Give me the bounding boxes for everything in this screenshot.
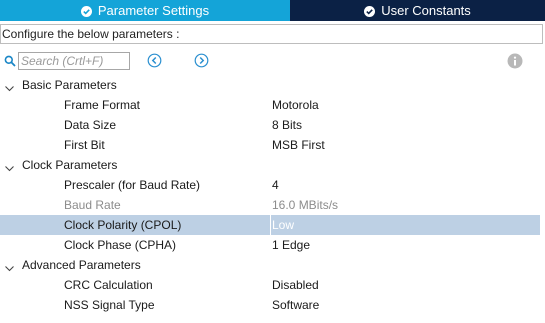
- tab-label: Parameter Settings: [97, 3, 210, 18]
- chevron-down-icon[interactable]: [4, 80, 15, 92]
- param-value[interactable]: Low: [272, 215, 294, 235]
- param-label: Baud Rate: [64, 198, 121, 212]
- chevron-down-icon[interactable]: [4, 160, 15, 172]
- configure-label: Configure the below parameters :: [0, 24, 543, 44]
- param-value[interactable]: Disabled: [272, 275, 319, 295]
- param-row-data-size[interactable]: Data Size 8 Bits: [0, 115, 540, 135]
- param-value[interactable]: 8 Bits: [272, 115, 302, 135]
- chevron-left-circle-icon: [147, 53, 162, 68]
- param-row-nss-signal-type[interactable]: NSS Signal Type Software: [0, 295, 540, 315]
- param-label: NSS Signal Type: [64, 298, 155, 312]
- tab-label: User Constants: [381, 3, 471, 18]
- search-icon: [4, 55, 16, 67]
- group-basic-parameters[interactable]: Basic Parameters: [0, 75, 540, 95]
- tab-bar: Parameter Settings User Constants: [0, 0, 545, 21]
- chevron-down-icon[interactable]: [4, 260, 15, 272]
- param-row-crc-calculation[interactable]: CRC Calculation Disabled: [0, 275, 540, 295]
- param-value[interactable]: Software: [272, 295, 319, 315]
- chevron-right-circle-icon: [194, 53, 209, 68]
- group-label: Advanced Parameters: [22, 258, 141, 272]
- group-label: Clock Parameters: [22, 158, 118, 172]
- param-row-first-bit[interactable]: First Bit MSB First: [0, 135, 540, 155]
- column-divider: [270, 215, 271, 235]
- info-icon[interactable]: [507, 53, 523, 69]
- tab-parameter-settings[interactable]: Parameter Settings: [0, 0, 290, 21]
- param-value[interactable]: Motorola: [272, 95, 319, 115]
- param-label: First Bit: [64, 138, 105, 152]
- param-row-clock-phase[interactable]: Clock Phase (CPHA) 1 Edge: [0, 235, 540, 255]
- previous-result-button[interactable]: [147, 53, 162, 68]
- param-row-prescaler[interactable]: Prescaler (for Baud Rate) 4: [0, 175, 540, 195]
- param-value[interactable]: 1 Edge: [272, 235, 310, 255]
- tab-user-constants[interactable]: User Constants: [290, 0, 545, 21]
- param-row-frame-format[interactable]: Frame Format Motorola: [0, 95, 540, 115]
- param-label: Data Size: [64, 118, 117, 132]
- group-advanced-parameters[interactable]: Advanced Parameters: [0, 255, 540, 275]
- param-value[interactable]: 4: [272, 175, 279, 195]
- param-label: Frame Format: [64, 98, 141, 112]
- param-label: Clock Phase (CPHA): [64, 238, 177, 252]
- param-label: Clock Polarity (CPOL): [64, 218, 182, 232]
- check-circle-icon: [364, 5, 376, 17]
- parameter-tree: Basic Parameters Frame Format Motorola D…: [0, 75, 545, 315]
- next-result-button[interactable]: [194, 53, 209, 68]
- param-value[interactable]: MSB First: [272, 135, 325, 155]
- param-value: 16.0 MBits/s: [272, 198, 339, 212]
- param-label: Prescaler (for Baud Rate): [64, 178, 201, 192]
- search-toolbar: [0, 51, 545, 71]
- param-row-baud-rate: Baud Rate 16.0 MBits/s: [0, 195, 540, 215]
- search-input[interactable]: [18, 52, 130, 70]
- check-circle-icon: [80, 5, 92, 17]
- param-row-clock-polarity[interactable]: Clock Polarity (CPOL) Low: [0, 215, 540, 235]
- group-clock-parameters[interactable]: Clock Parameters: [0, 155, 540, 175]
- param-label: CRC Calculation: [64, 278, 153, 292]
- group-label: Basic Parameters: [22, 78, 117, 92]
